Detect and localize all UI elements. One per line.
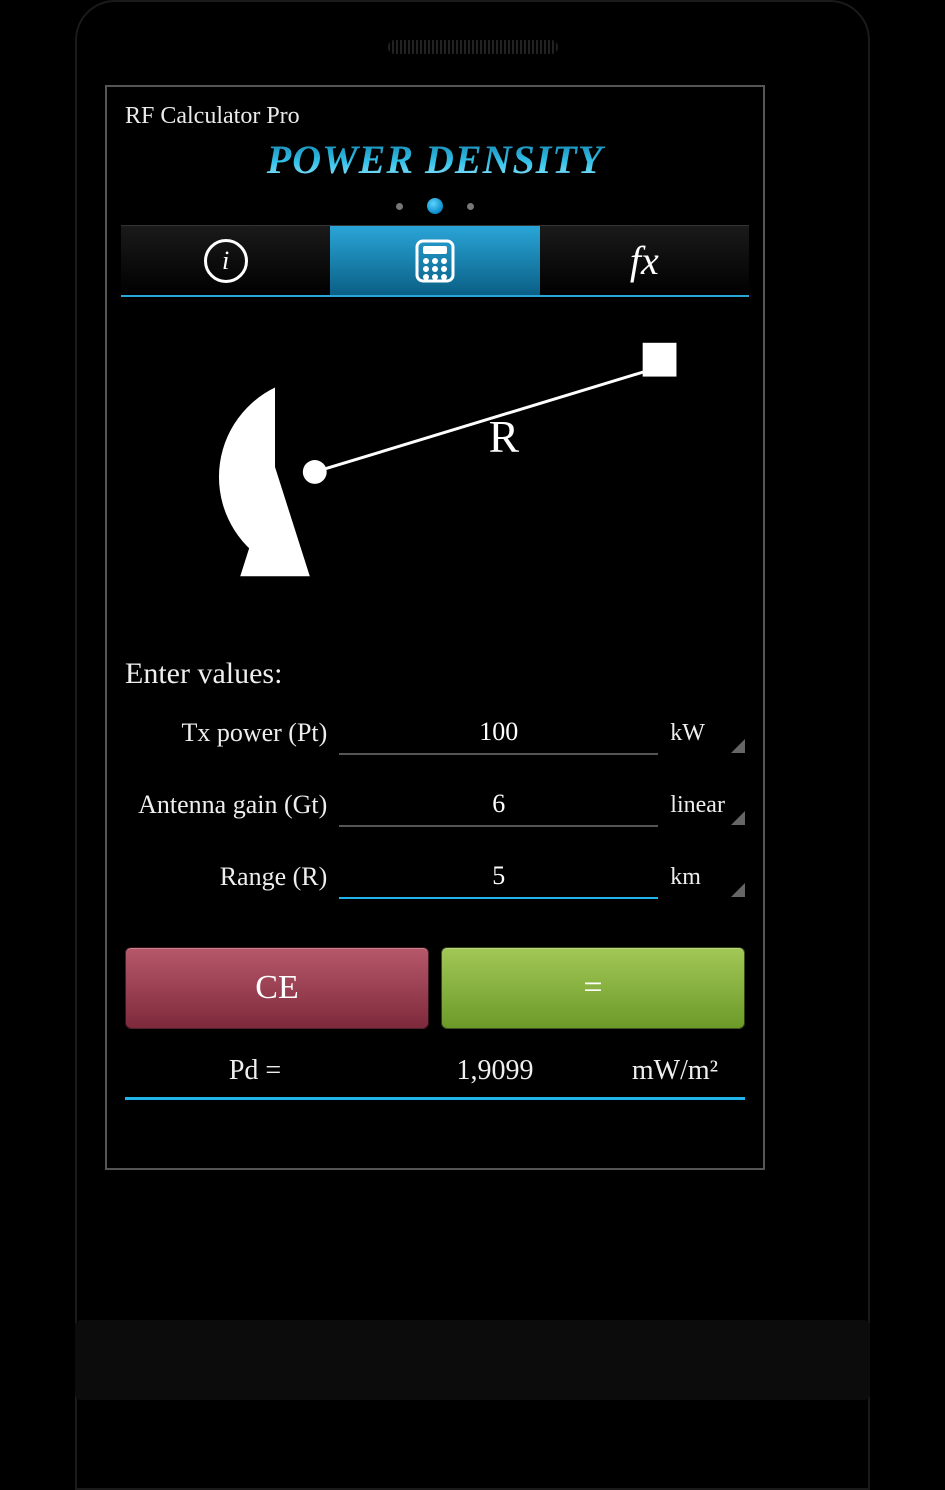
tx-power-input[interactable] [339,711,658,755]
range-input[interactable] [339,855,658,899]
fx-icon: fx [630,237,659,284]
result-label: Pd = [125,1055,385,1087]
tab-bar: i fx [121,225,749,297]
page-indicator [107,191,763,225]
tab-info[interactable]: i [121,226,330,295]
page-dot [467,203,474,210]
row-tx-power: Tx power (Pt) kW [125,711,745,755]
result-value: 1,9099 [385,1055,605,1087]
antenna-gain-unit-select[interactable]: linear [670,786,745,825]
tab-calculator[interactable] [330,226,539,295]
tx-power-label: Tx power (Pt) [125,718,327,748]
antenna-gain-label: Antenna gain (Gt) [125,790,327,820]
info-icon: i [204,239,248,283]
row-antenna-gain: Antenna gain (Gt) linear [125,783,745,827]
range-label: Range (R) [125,862,327,892]
android-nav-bar [75,1320,870,1400]
button-row: CE = [107,927,763,1043]
calculator-icon [413,239,457,283]
app-screen: RF Calculator Pro Power density i fx [105,85,765,1170]
result-unit: mW/m² [605,1055,745,1087]
tx-power-unit-select[interactable]: kW [670,714,745,753]
clear-button[interactable]: CE [125,947,429,1029]
tab-formula[interactable]: fx [540,226,749,295]
app-title: RF Calculator Pro [107,87,763,136]
phone-speaker [388,40,558,54]
row-range: Range (R) km [125,855,745,899]
antenna-gain-input[interactable] [339,783,658,827]
range-label-text: R [489,411,520,462]
antenna-diagram: R [121,317,749,617]
range-unit-select[interactable]: km [670,858,745,897]
result-row: Pd = 1,9099 mW/m² [125,1049,745,1100]
equals-button[interactable]: = [441,947,745,1029]
input-form: Tx power (Pt) kW Antenna gain (Gt) linea… [107,711,763,899]
page-dot [396,203,403,210]
page-dot-active [427,198,443,214]
page-title: Power density [107,136,763,183]
form-header: Enter values: [107,657,763,711]
